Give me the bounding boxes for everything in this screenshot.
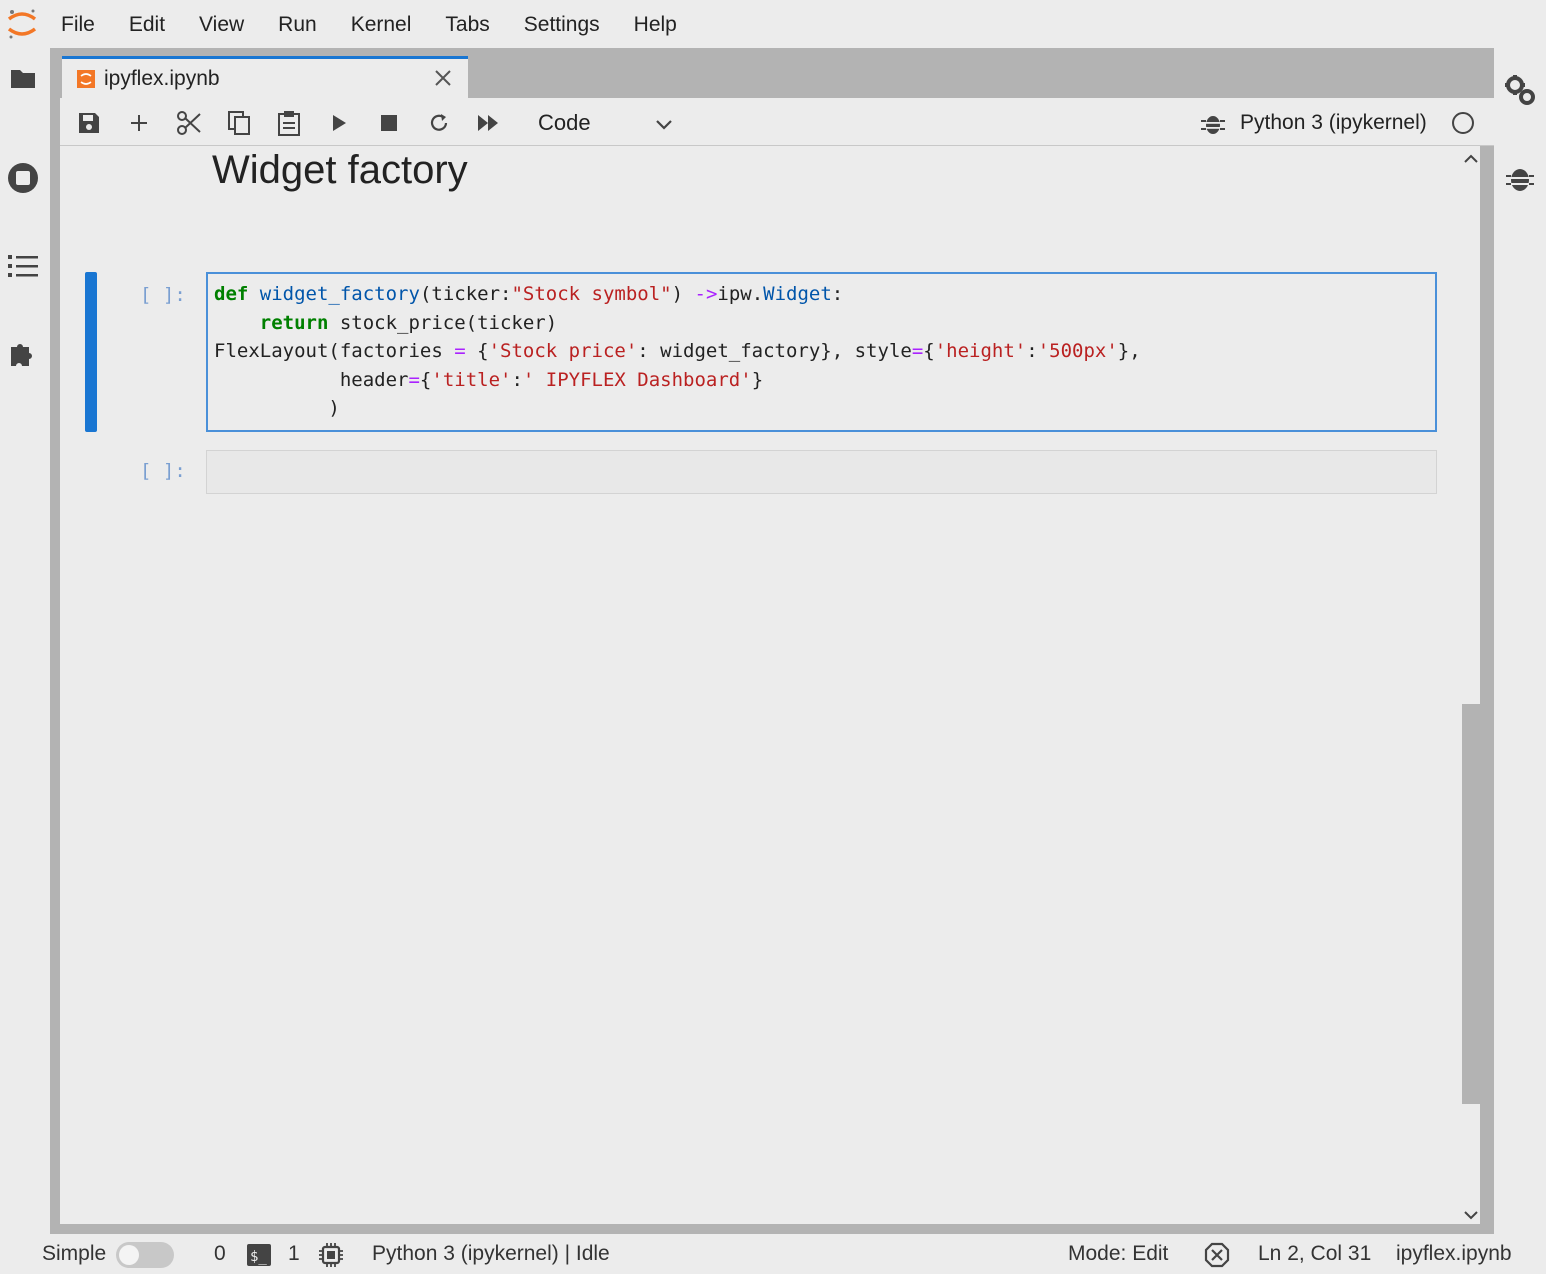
- cell-type-dropdown[interactable]: Code: [538, 108, 678, 138]
- simple-mode-label: Simple: [42, 1242, 107, 1265]
- menu-bar: File Edit View Run Kernel Tabs Settings …: [0, 0, 1546, 48]
- debugger-toggle-icon[interactable]: [1200, 110, 1226, 136]
- left-sidebar: [0, 48, 50, 1228]
- code-editor[interactable]: def widget_factory(ticker:"Stock symbol"…: [206, 272, 1437, 432]
- close-icon[interactable]: [432, 67, 454, 89]
- svg-text:$_: $_: [250, 1249, 267, 1265]
- mode-indicator: Mode: Edit: [1068, 1242, 1169, 1265]
- menu-kernel[interactable]: Kernel: [334, 0, 429, 48]
- tab-bar: ipyflex.ipynb: [50, 48, 1494, 98]
- kernel-chip-icon[interactable]: [318, 1242, 344, 1274]
- stop-kernel-icon[interactable]: [375, 109, 403, 137]
- kernel-idle-circle-icon: [1450, 110, 1476, 136]
- menu-view[interactable]: View: [182, 0, 261, 48]
- toggle-knob: [119, 1245, 139, 1265]
- save-icon[interactable]: [75, 109, 103, 137]
- scroll-down-arrow-icon[interactable]: [1460, 1206, 1482, 1224]
- copy-icon[interactable]: [225, 109, 253, 137]
- scroll-up-arrow-icon[interactable]: [1460, 150, 1482, 168]
- status-file-name: ipyflex.ipynb: [1396, 1242, 1512, 1265]
- code-content[interactable]: def widget_factory(ticker:"Stock symbol"…: [208, 274, 1435, 423]
- cell-prompt: [ ]:: [140, 284, 186, 306]
- running-sessions-icon[interactable]: [5, 160, 41, 196]
- debugger-icon[interactable]: [1502, 160, 1538, 196]
- code-cell-empty[interactable]: [ ]:: [60, 446, 1480, 496]
- menu-run[interactable]: Run: [261, 0, 334, 48]
- kernels-count[interactable]: 1: [288, 1242, 300, 1266]
- status-bar: Simple 0 $_ 1 Python 3 (ipykernel) | Idl…: [0, 1234, 1546, 1274]
- property-inspector-icon[interactable]: [1502, 72, 1538, 108]
- paste-icon[interactable]: [275, 109, 303, 137]
- table-of-contents-icon[interactable]: [5, 248, 41, 284]
- cut-icon[interactable]: [175, 109, 203, 137]
- simple-mode-toggle[interactable]: [116, 1242, 174, 1268]
- menu-tabs[interactable]: Tabs: [428, 0, 506, 48]
- add-cell-icon[interactable]: [125, 109, 153, 137]
- chevron-down-icon: [652, 112, 676, 136]
- tab-notebook[interactable]: ipyflex.ipynb: [62, 56, 468, 98]
- menu-help[interactable]: Help: [617, 0, 694, 48]
- main-area: ipyflex.ipynb Code Python 3 (ipykernel) …: [50, 48, 1494, 1234]
- lsp-error-icon[interactable]: [1204, 1242, 1230, 1274]
- menu-edit[interactable]: Edit: [112, 0, 182, 48]
- menu-file[interactable]: File: [44, 0, 112, 48]
- run-cell-icon[interactable]: [325, 109, 353, 137]
- menu-settings[interactable]: Settings: [507, 0, 617, 48]
- restart-run-all-icon[interactable]: [475, 109, 503, 137]
- markdown-heading: Widget factory: [212, 148, 468, 192]
- code-editor-empty[interactable]: [206, 450, 1437, 494]
- extension-manager-icon[interactable]: [5, 336, 41, 372]
- jupyter-logo-icon: [0, 0, 44, 48]
- kernel-status-text[interactable]: Python 3 (ipykernel) | Idle: [372, 1242, 610, 1266]
- right-sidebar: [1494, 48, 1546, 1228]
- tab-label: ipyflex.ipynb: [104, 66, 220, 90]
- terminal-icon[interactable]: $_: [246, 1243, 272, 1273]
- cell-type-label: Code: [538, 110, 591, 135]
- restart-kernel-icon[interactable]: [425, 109, 453, 137]
- folder-icon[interactable]: [5, 60, 41, 96]
- cursor-position[interactable]: Ln 2, Col 31: [1258, 1242, 1371, 1266]
- notebook-toolbar: Code Python 3 (ipykernel): [60, 98, 1494, 146]
- cell-collapser[interactable]: [85, 272, 97, 432]
- terminals-count[interactable]: 0: [214, 1242, 226, 1266]
- cell-prompt: [ ]:: [140, 460, 186, 482]
- notebook-icon: [76, 69, 96, 89]
- scrollbar-thumb[interactable]: [1462, 704, 1484, 1104]
- kernel-name-button[interactable]: Python 3 (ipykernel): [1240, 108, 1427, 138]
- notebook-panel: Widget factory [ ]: def widget_factory(t…: [60, 146, 1480, 1224]
- code-cell-active[interactable]: [ ]: def widget_factory(ticker:"Stock sy…: [60, 270, 1480, 432]
